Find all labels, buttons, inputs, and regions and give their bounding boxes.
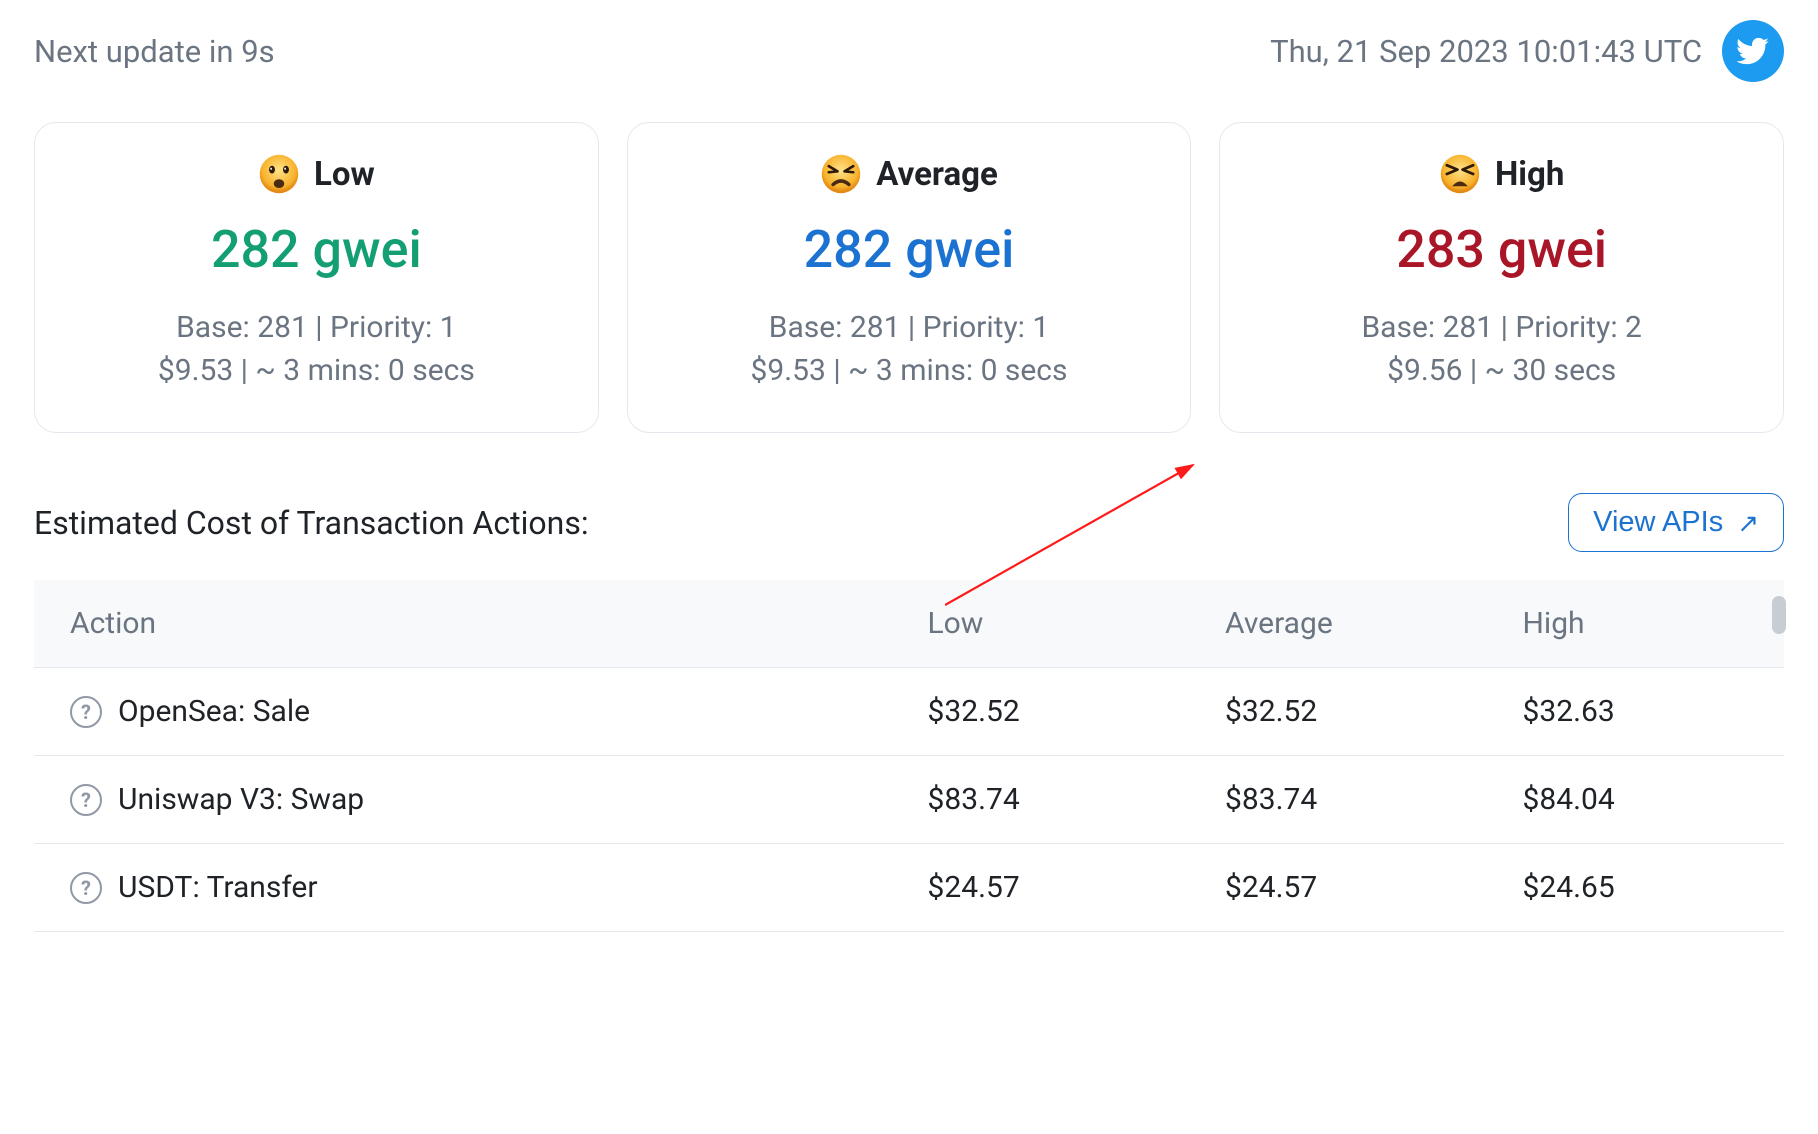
card-header-average: Average [648,153,1171,195]
base-priority-high: Base: 281 | Priority: 2 [1240,310,1763,345]
actions-table-wrap: Action Low Average High ? OpenSea: Sale … [34,580,1784,932]
gwei-value-high: 283 gwei [1240,219,1763,280]
twitter-bird-icon [1736,34,1770,68]
persevering-emoji-icon [820,153,862,195]
col-header-average: Average [1189,580,1487,668]
section-header: Estimated Cost of Transaction Actions: V… [34,493,1784,552]
cost-time-high: $9.56 | ~ 30 secs [1240,353,1763,388]
action-name: Uniswap V3: Swap [118,782,364,817]
cell-low: $32.52 [892,668,1190,756]
external-link-icon: ↗ [1737,510,1759,536]
action-name: OpenSea: Sale [118,694,310,729]
help-icon[interactable]: ? [70,784,102,816]
cell-average: $32.52 [1189,668,1487,756]
card-header-low: Low [55,153,578,195]
cell-average: $24.57 [1189,844,1487,932]
gwei-value-low: 282 gwei [55,219,578,280]
next-update-text: Next update in 9s [34,33,275,70]
scrollbar-thumb[interactable] [1772,596,1786,634]
view-apis-button[interactable]: View APIs ↗ [1568,493,1784,552]
action-name: USDT: Transfer [118,870,317,905]
cell-high: $84.04 [1487,756,1785,844]
section-title: Estimated Cost of Transaction Actions: [34,504,589,542]
cost-time-average: $9.53 | ~ 3 mins: 0 secs [648,353,1171,388]
cell-average: $83.74 [1189,756,1487,844]
card-label-high: High [1495,155,1564,194]
table-row: ? USDT: Transfer $24.57 $24.57 $24.65 [34,844,1784,932]
twitter-button[interactable] [1722,20,1784,82]
cost-time-low: $9.53 | ~ 3 mins: 0 secs [55,353,578,388]
help-icon[interactable]: ? [70,696,102,728]
col-header-low: Low [892,580,1190,668]
gas-cards-row: Low 282 gwei Base: 281 | Priority: 1 $9.… [34,122,1784,433]
view-apis-label: View APIs [1593,506,1723,539]
gas-card-high: High 283 gwei Base: 281 | Priority: 2 $9… [1219,122,1784,433]
timestamp-text: Thu, 21 Sep 2023 10:01:43 UTC [1270,33,1702,70]
gas-card-low: Low 282 gwei Base: 281 | Priority: 1 $9.… [34,122,599,433]
frown-emoji-icon [258,153,300,195]
table-row: ? Uniswap V3: Swap $83.74 $83.74 $84.04 [34,756,1784,844]
cell-high: $24.65 [1487,844,1785,932]
gwei-value-average: 282 gwei [648,219,1171,280]
top-bar-right: Thu, 21 Sep 2023 10:01:43 UTC [1270,20,1784,82]
table-row: ? OpenSea: Sale $32.52 $32.52 $32.63 [34,668,1784,756]
card-label-low: Low [314,155,375,194]
col-header-high: High [1487,580,1785,668]
col-header-action: Action [34,580,892,668]
help-icon[interactable]: ? [70,872,102,904]
cell-high: $32.63 [1487,668,1785,756]
card-header-high: High [1240,153,1763,195]
gas-card-average: Average 282 gwei Base: 281 | Priority: 1… [627,122,1192,433]
tired-emoji-icon [1439,153,1481,195]
card-label-average: Average [876,155,998,194]
base-priority-average: Base: 281 | Priority: 1 [648,310,1171,345]
cell-low: $83.74 [892,756,1190,844]
base-priority-low: Base: 281 | Priority: 1 [55,310,578,345]
cell-low: $24.57 [892,844,1190,932]
top-bar: Next update in 9s Thu, 21 Sep 2023 10:01… [34,20,1784,82]
actions-table: Action Low Average High ? OpenSea: Sale … [34,580,1784,932]
